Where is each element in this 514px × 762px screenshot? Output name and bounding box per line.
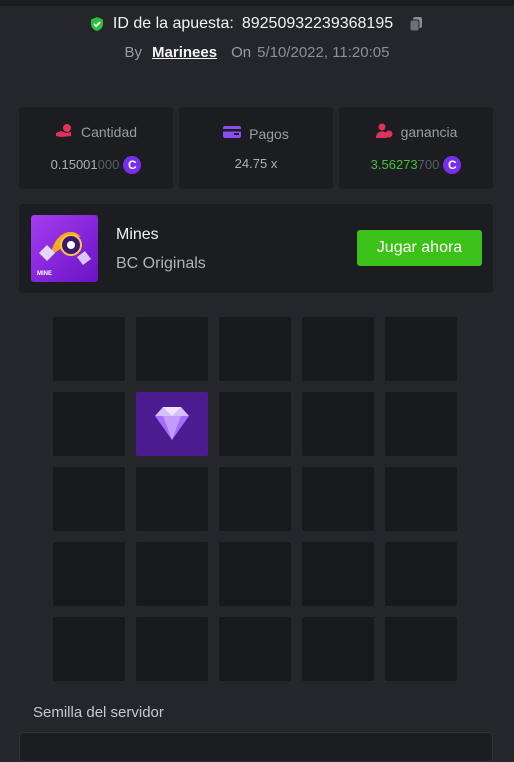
stat-payout-label: Pagos [249,125,289,142]
mine-tile[interactable] [53,392,125,456]
mine-tile[interactable] [219,617,291,681]
mine-tile[interactable] [53,617,125,681]
wallet-icon [223,125,242,142]
coin-icon: C [123,155,142,174]
bet-id-row: ID de la apuesta: 89250932239368195 [0,12,514,36]
mine-tile[interactable] [219,467,291,531]
bet-stats: Cantidad 0.15001000 C Pagos 24.75 x gana… [19,107,493,189]
stat-payout: Pagos 24.75 x [179,107,333,189]
username-link[interactable]: Marinees [152,44,217,61]
top-bar-edge [0,0,514,6]
mine-tile[interactable] [53,542,125,606]
verified-shield-icon [89,16,105,32]
mine-tile[interactable] [385,392,457,456]
mine-tile[interactable] [302,617,374,681]
payout-value: 24.75 x [234,156,278,171]
stat-amount: Cantidad 0.15001000 C [19,107,173,189]
amount-value: 0.15001000 [50,157,120,172]
mine-tile[interactable] [302,467,374,531]
coin-icon: C [443,155,462,174]
mines-game-thumbnail[interactable]: MINE [31,215,98,282]
stat-profit: ganancia 3.56273700 C [339,107,493,189]
svg-text:MINE: MINE [37,271,52,277]
game-provider: BC Originals [116,255,206,272]
bet-date: 5/10/2022, 11:20:05 [257,44,390,61]
profit-value: 3.56273700 [370,157,440,172]
mine-tile[interactable] [385,617,457,681]
mine-tile[interactable] [136,617,208,681]
user-coin-icon [375,123,393,142]
server-seed-label: Semilla del servidor [33,704,164,721]
copy-icon[interactable] [407,15,425,33]
game-name: Mines [116,226,159,243]
by-label: By [124,44,143,61]
mine-tile[interactable] [219,392,291,456]
game-card: MINE Mines BC Originals Jugar ahora [19,204,493,293]
on-label: On [231,44,252,61]
mine-tile[interactable] [53,467,125,531]
mine-tile[interactable] [385,542,457,606]
mine-tile[interactable] [136,317,208,381]
mine-tile[interactable] [302,392,374,456]
stat-amount-label: Cantidad [80,124,138,140]
diamond-icon [155,407,189,440]
hand-coins-icon [55,123,73,142]
mine-tile[interactable] [219,542,291,606]
bet-header: ID de la apuesta: 89250932239368195 By M… [0,12,514,61]
mine-tile[interactable] [385,467,457,531]
bet-id-label: ID de la apuesta: [112,15,234,32]
server-seed-field[interactable] [19,732,493,762]
mine-tile[interactable] [385,317,457,381]
mine-tile[interactable] [136,467,208,531]
mine-tile[interactable] [53,317,125,381]
mine-tile-gem[interactable] [136,392,208,456]
mine-tile[interactable] [219,317,291,381]
mines-board [53,317,457,681]
bet-meta-row: By Marinees On 5/10/2022, 11:20:05 [0,44,514,61]
mine-tile[interactable] [302,317,374,381]
bet-id-value: 89250932239368195 [241,15,394,32]
play-now-button[interactable]: Jugar ahora [357,230,482,266]
stat-profit-label: ganancia [400,124,458,140]
mine-tile[interactable] [136,542,208,606]
mine-tile[interactable] [302,542,374,606]
